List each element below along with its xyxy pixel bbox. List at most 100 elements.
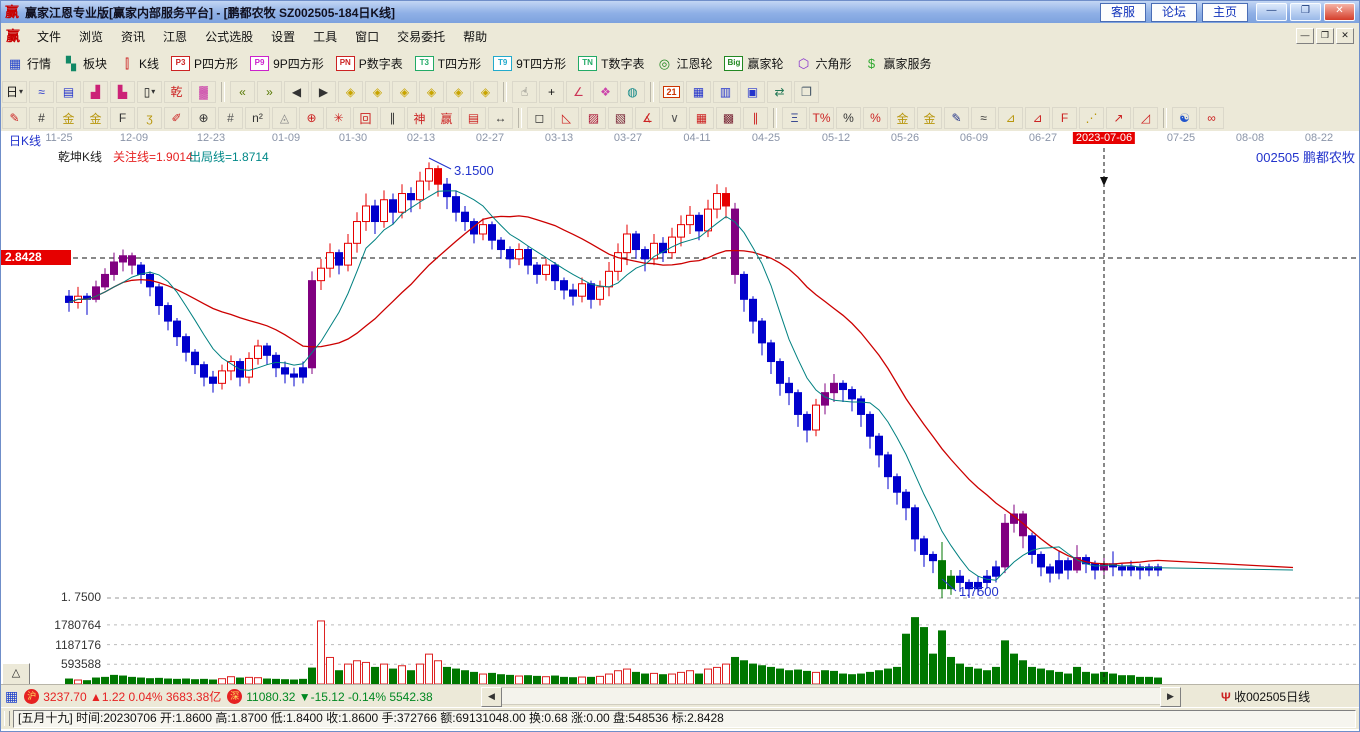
zigzag-tool[interactable]: ∨ bbox=[662, 107, 687, 129]
jump-last[interactable]: » bbox=[257, 80, 282, 103]
menu-gann[interactable]: 江恩 bbox=[154, 26, 196, 47]
circle-ruler[interactable]: ⊕ bbox=[191, 107, 216, 129]
percent-tool[interactable]: % bbox=[836, 107, 861, 129]
chart-scrollbar[interactable]: ◀ ▶ bbox=[481, 687, 1181, 707]
calendar[interactable]: 21 bbox=[659, 80, 684, 103]
close-button[interactable]: ✕ bbox=[1324, 3, 1355, 21]
zoom-diamond-6[interactable]: ◈ bbox=[473, 80, 498, 103]
arrow-marker[interactable]: ◬ bbox=[272, 107, 297, 129]
menu-formula-picker[interactable]: 公式选股 bbox=[196, 26, 262, 47]
btn-9t-square[interactable]: T9 9T四方形 bbox=[487, 53, 572, 74]
zoom-diamond-2[interactable]: ◈ bbox=[365, 80, 390, 103]
scroll-track[interactable] bbox=[502, 687, 1160, 705]
grid-dark-tool[interactable]: ▩ bbox=[716, 107, 741, 129]
link-forum[interactable]: 论坛 bbox=[1150, 2, 1197, 22]
box-frame-tool[interactable]: ◻ bbox=[527, 107, 552, 129]
grid-red-tool[interactable]: ▦ bbox=[689, 107, 714, 129]
btn-gann-wheel[interactable]: ◎ 江恩轮 bbox=[650, 53, 718, 74]
price-ladder[interactable]: ▤ bbox=[461, 107, 486, 129]
menu-browse[interactable]: 浏览 bbox=[70, 26, 112, 47]
f10-info[interactable]: ▤ bbox=[56, 80, 81, 103]
drag-hand[interactable]: ☝ bbox=[512, 80, 537, 103]
btn-hexagon[interactable]: ⬡ 六角形 bbox=[790, 53, 858, 74]
step-back[interactable]: ◀ bbox=[284, 80, 309, 103]
puzzle-tool[interactable]: ◍ bbox=[620, 80, 645, 103]
radial-web[interactable]: ✳ bbox=[326, 107, 351, 129]
child-minimize-button[interactable]: — bbox=[1296, 28, 1314, 44]
j-angle-tool[interactable]: ⊿ bbox=[1025, 107, 1050, 129]
link-customer-service[interactable]: 客服 bbox=[1099, 2, 1146, 22]
brush-tool[interactable]: ✎ bbox=[944, 107, 969, 129]
width-measure[interactable]: ↔ bbox=[488, 107, 513, 129]
btn-9p-square[interactable]: P9 9P四方形 bbox=[244, 53, 330, 74]
percent-red-tool[interactable]: % bbox=[863, 107, 888, 129]
zoom-diamond-3[interactable]: ◈ bbox=[392, 80, 417, 103]
btn-p-number-table[interactable]: PN P数字表 bbox=[330, 53, 409, 74]
gold-angle-tool[interactable]: ⊿ bbox=[998, 107, 1023, 129]
link-homepage[interactable]: 主页 bbox=[1201, 2, 1248, 22]
chart-canvas[interactable] bbox=[1, 147, 1360, 684]
child-close-button[interactable]: ✕ bbox=[1336, 28, 1354, 44]
shen-tool[interactable]: 神 bbox=[407, 107, 432, 129]
fan-dense-tool[interactable]: ▧ bbox=[608, 107, 633, 129]
spiral-tool[interactable]: ʒ bbox=[137, 107, 162, 129]
candle-style-dropdown[interactable]: ▯ ▾ bbox=[137, 80, 162, 103]
trend-lines-tool[interactable]: ∡ bbox=[635, 107, 660, 129]
menu-settings[interactable]: 设置 bbox=[262, 26, 304, 47]
wave-band-tool[interactable]: ≈ bbox=[971, 107, 996, 129]
btn-p-square[interactable]: P3 P四方形 bbox=[165, 53, 244, 74]
btn-kline[interactable]: ⫿ K线 bbox=[113, 53, 165, 74]
printer[interactable]: ❐ bbox=[794, 80, 819, 103]
draw-knife[interactable]: ✎ bbox=[2, 107, 27, 129]
btn-quotes[interactable]: ▦ 行情 bbox=[1, 53, 57, 74]
speed-line-tool[interactable]: ↗ bbox=[1106, 107, 1131, 129]
calculator[interactable]: ▦ bbox=[686, 80, 711, 103]
gold-grid-2[interactable]: 金 bbox=[83, 107, 108, 129]
gann-grid[interactable]: # bbox=[29, 107, 54, 129]
crosshair-tool[interactable]: + bbox=[539, 80, 564, 103]
btn-t-number-table[interactable]: TN T数字表 bbox=[572, 53, 650, 74]
zoom-diamond-4[interactable]: ◈ bbox=[419, 80, 444, 103]
menu-window[interactable]: 窗口 bbox=[346, 26, 388, 47]
zoom-diamond-1[interactable]: ◈ bbox=[338, 80, 363, 103]
menu-help[interactable]: 帮助 bbox=[454, 26, 496, 47]
marker-pen[interactable]: ✐ bbox=[164, 107, 189, 129]
gann-circle[interactable]: ⊕ bbox=[299, 107, 324, 129]
fan-rays-red[interactable]: ◺ bbox=[554, 107, 579, 129]
t-percent-tool[interactable]: T% bbox=[809, 107, 834, 129]
fib-grid[interactable]: F bbox=[110, 107, 135, 129]
gold-grid-1[interactable]: 金 bbox=[56, 107, 81, 129]
mini-chart-3[interactable]: ▟ bbox=[83, 80, 108, 103]
menu-trade[interactable]: 交易委托 bbox=[388, 26, 454, 47]
parallel-lines-tool[interactable]: ∥ bbox=[743, 107, 768, 129]
yinyang[interactable]: ☯ bbox=[1172, 107, 1197, 129]
notebook[interactable]: ▥ bbox=[713, 80, 738, 103]
save[interactable]: ▣ bbox=[740, 80, 765, 103]
step-forward[interactable]: ▶ bbox=[311, 80, 336, 103]
infinity[interactable]: ∞ bbox=[1199, 107, 1224, 129]
scroll-left-arrow[interactable]: ◀ bbox=[481, 687, 502, 707]
gann-shape-tool[interactable]: ❖ bbox=[593, 80, 618, 103]
angle-tool[interactable]: ∠ bbox=[566, 80, 591, 103]
gold-coin-1[interactable]: 金 bbox=[890, 107, 915, 129]
minimize-button[interactable]: — bbox=[1256, 3, 1287, 21]
ying-tool[interactable]: 赢 bbox=[434, 107, 459, 129]
child-restore-button[interactable]: ❐ bbox=[1316, 28, 1334, 44]
price-levels-tool[interactable]: Ξ bbox=[782, 107, 807, 129]
f-angle-tool[interactable]: F bbox=[1052, 107, 1077, 129]
menu-tools[interactable]: 工具 bbox=[304, 26, 346, 47]
dual-angle-tool[interactable]: ⋰ bbox=[1079, 107, 1104, 129]
quote-grid-icon[interactable]: ▦ bbox=[5, 688, 18, 705]
btn-t-square[interactable]: T3 T四方形 bbox=[409, 53, 487, 74]
network-share[interactable]: ⇄ bbox=[767, 80, 792, 103]
zoom-diamond-5[interactable]: ◈ bbox=[446, 80, 471, 103]
n2-ruler[interactable]: n² bbox=[245, 107, 270, 129]
restore-button[interactable]: ❐ bbox=[1290, 3, 1321, 21]
btn-winner-wheel[interactable]: Big 赢家轮 bbox=[718, 53, 789, 74]
btn-sectors[interactable]: ▚ 板块 bbox=[57, 53, 113, 74]
qiankun-kline-toggle[interactable]: 乾 bbox=[164, 80, 189, 103]
tick-marks-tool[interactable]: ∥ bbox=[380, 107, 405, 129]
menu-news[interactable]: 资讯 bbox=[112, 26, 154, 47]
line-ruler[interactable]: # bbox=[218, 107, 243, 129]
intraday-chart[interactable]: ≈ bbox=[29, 80, 54, 103]
